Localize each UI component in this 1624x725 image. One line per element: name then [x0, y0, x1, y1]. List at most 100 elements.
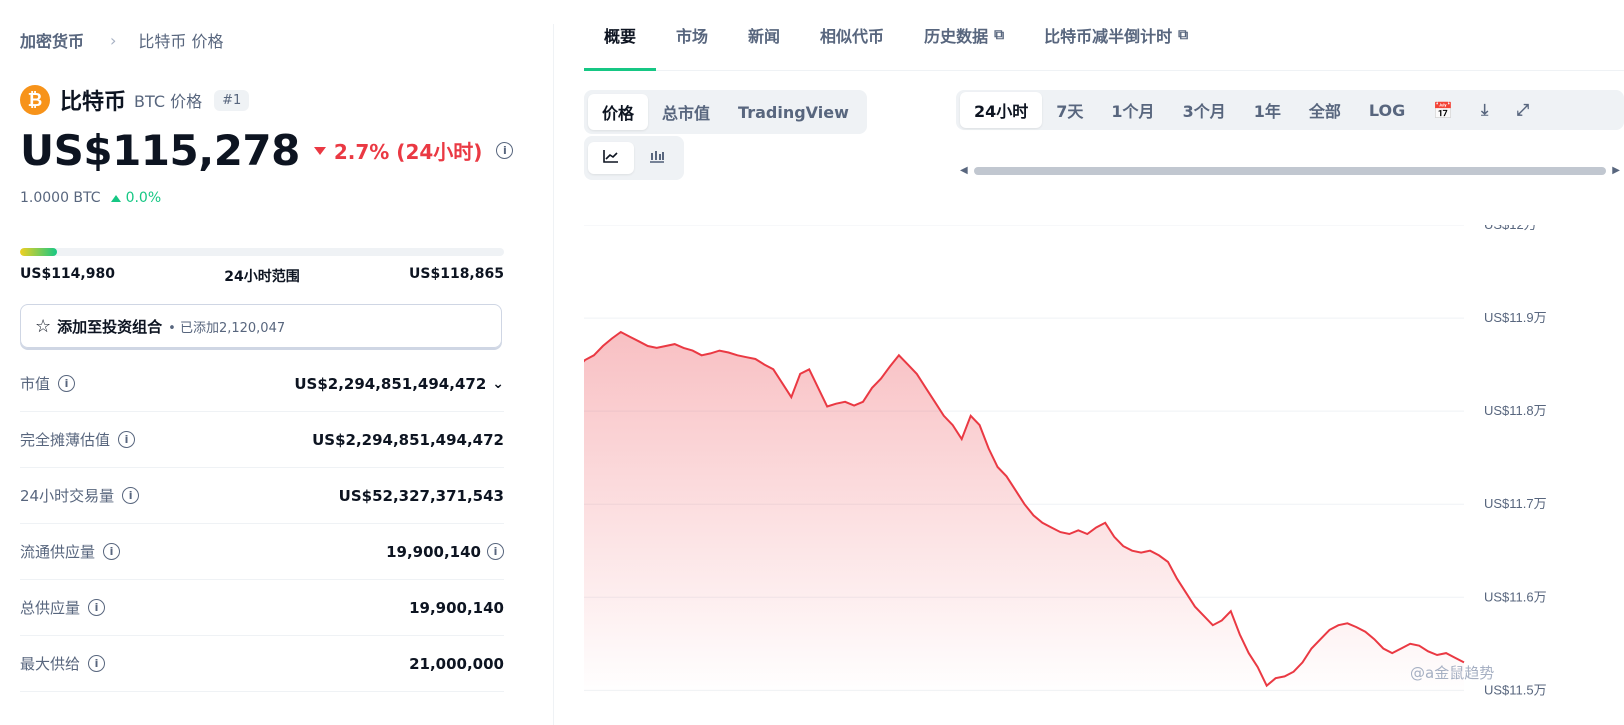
portfolio-label: 添加至投资组合: [57, 317, 163, 336]
tab-label: 比特币减半倒计时: [1044, 27, 1173, 46]
tab-news[interactable]: 新闻: [728, 0, 800, 70]
tab-overview[interactable]: 概要: [584, 0, 657, 71]
price-row: US$115,278 2.7% (24小时) i: [20, 126, 514, 175]
info-icon[interactable]: i: [487, 543, 504, 560]
stat-value: US$2,294,851,494,472: [312, 430, 504, 449]
info-icon[interactable]: i: [118, 431, 136, 448]
btc-value: 1.0000 BTC: [20, 190, 101, 206]
stat-value: US$2,294,851,494,472: [294, 374, 487, 393]
btc-change: 0.0%: [110, 190, 162, 206]
calendar-icon: 📅: [1433, 100, 1454, 120]
stat-label: 最大供给: [20, 655, 81, 673]
price-change: 2.7% (24小时): [313, 136, 482, 165]
y-tick-label: US$11.9万: [1484, 310, 1547, 325]
watermark: @a金鼠趋势: [1410, 664, 1495, 682]
range-1y[interactable]: 1年: [1240, 92, 1295, 128]
chart-panel: 概要 市场 新闻 相似代币 历史数据 ⧉ 比特币减半倒计时 ⧉ 价格 总市值 Tra…: [584, 0, 1624, 725]
scroll-right-icon[interactable]: ▶: [1612, 164, 1620, 178]
range-3m[interactable]: 3个月: [1169, 92, 1240, 128]
star-icon: ☆: [35, 315, 52, 337]
chart-view-selector: 价格 总市值 TradingView: [584, 90, 867, 134]
stat-value: 19,900,140: [386, 542, 481, 561]
coin-symbol: BTC 价格: [134, 92, 203, 111]
view-price[interactable]: 价格: [588, 94, 649, 130]
range-label: 24小时范围: [224, 269, 300, 285]
stat-row-total-supply: 总供应量 i 19,900,140: [20, 580, 504, 636]
stat-label: 流通供应量: [20, 543, 96, 561]
stat-label: 完全摊薄估值: [20, 431, 111, 449]
tab-label: 历史数据: [924, 27, 989, 46]
stats-list: 市值 i US$2,294,851,494,472 ⌄ 完全摊薄估值 i US$2,2…: [20, 356, 504, 692]
scroll-left-icon[interactable]: ◀: [960, 164, 968, 178]
stat-row-fdv: 完全摊薄估值 i US$2,294,851,494,472: [20, 412, 504, 468]
stat-label: 市值: [20, 375, 51, 393]
current-price: US$115,278: [20, 126, 300, 175]
price-area-fill: [584, 332, 1464, 695]
y-tick-label: US$11.5万: [1484, 682, 1547, 697]
y-tick-label: US$11.7万: [1484, 496, 1547, 511]
scrollbar-thumb[interactable]: [974, 167, 1606, 175]
stat-value: 19,900,140: [409, 598, 504, 617]
add-to-portfolio-button[interactable]: ☆ 添加至投资组合 • 已添加2,120,047: [20, 304, 502, 348]
y-tick-label: US$12万: [1484, 225, 1537, 232]
triangle-down-icon: [313, 146, 326, 155]
chevron-right-icon: ›: [110, 30, 117, 50]
chart-type-selector: [584, 136, 684, 180]
range-log[interactable]: LOG: [1355, 95, 1419, 126]
stat-row-max-supply: 最大供给 i 21,000,000: [20, 636, 504, 692]
coin-name: 比特币: [60, 90, 127, 115]
tab-markets[interactable]: 市场: [656, 0, 728, 70]
btc-change-value: 0.0%: [125, 190, 162, 206]
line-chart-button[interactable]: [588, 142, 634, 174]
bitcoin-logo-icon: ₿: [20, 85, 50, 115]
chevron-down-icon[interactable]: ⌄: [492, 376, 504, 392]
range-bar: [20, 248, 504, 256]
range-1m[interactable]: 1个月: [1097, 92, 1168, 128]
info-icon[interactable]: i: [103, 543, 121, 560]
tab-historical-data[interactable]: 历史数据 ⧉: [904, 0, 1024, 70]
breadcrumb-crypto[interactable]: 加密货币: [20, 28, 84, 52]
section-tabs: 概要 市场 新闻 相似代币 历史数据 ⧉ 比特币减半倒计时 ⧉: [584, 0, 1624, 71]
download-button[interactable]: ⤓: [1467, 94, 1502, 126]
expand-button[interactable]: ⤢: [1502, 94, 1543, 126]
stat-label: 总供应量: [20, 599, 81, 617]
info-icon[interactable]: i: [496, 142, 514, 159]
tab-similar-coins[interactable]: 相似代币: [800, 0, 904, 70]
calendar-button[interactable]: 📅: [1419, 95, 1467, 126]
stat-row-circulating-supply: 流通供应量 i 19,900,140 i: [20, 524, 504, 580]
chart-scrollbar[interactable]: ◀ ▶: [960, 164, 1620, 178]
triangle-up-icon: [110, 194, 121, 202]
stat-value: 21,000,000: [409, 654, 504, 673]
range-24h[interactable]: 24小时: [960, 92, 1043, 128]
external-link-icon: ⧉: [1178, 27, 1189, 43]
breadcrumb: 加密货币 › 比特币 价格: [20, 28, 224, 52]
range-low: US$114,980: [20, 266, 115, 282]
range-all[interactable]: 全部: [1295, 92, 1355, 128]
external-link-icon: ⧉: [994, 27, 1005, 43]
info-icon[interactable]: i: [88, 655, 106, 672]
price-chart: US$12万 US$11.9万 US$11.8万 US$11.7万 US$11.6万 US…: [584, 225, 1547, 697]
info-icon[interactable]: i: [58, 375, 76, 392]
candlestick-icon: [650, 151, 664, 163]
range-labels: US$114,980 24小时范围 US$118,865: [20, 266, 504, 286]
tab-halving-countdown[interactable]: 比特币减半倒计时 ⧉: [1024, 0, 1208, 70]
view-tradingview[interactable]: TradingView: [724, 97, 863, 128]
btc-price-row: 1.0000 BTC 0.0%: [20, 190, 161, 206]
y-tick-label: US$11.6万: [1484, 589, 1547, 604]
time-range-selector: 24小时 7天 1个月 3个月 1年 全部 LOG 📅 ⤓ ⤢: [956, 90, 1624, 130]
download-icon: ⤓: [1481, 100, 1489, 119]
candlestick-chart-button[interactable]: [634, 142, 680, 174]
info-icon[interactable]: i: [122, 487, 140, 504]
y-tick-label: US$11.8万: [1484, 403, 1547, 418]
rank-badge: #1: [214, 89, 250, 111]
view-market-cap[interactable]: 总市值: [648, 94, 724, 130]
panel-divider: [553, 24, 554, 725]
line-chart-icon: [603, 150, 618, 163]
range-bar-fill: [20, 248, 58, 256]
expand-icon: ⤢: [1516, 100, 1530, 119]
portfolio-count: • 已添加2,120,047: [168, 320, 286, 336]
stat-row-market-cap: 市值 i US$2,294,851,494,472 ⌄: [20, 356, 504, 412]
range-7d[interactable]: 7天: [1042, 92, 1097, 128]
info-icon[interactable]: i: [88, 599, 106, 616]
coin-name-row: ₿ 比特币 BTC 价格 #1: [20, 84, 250, 116]
